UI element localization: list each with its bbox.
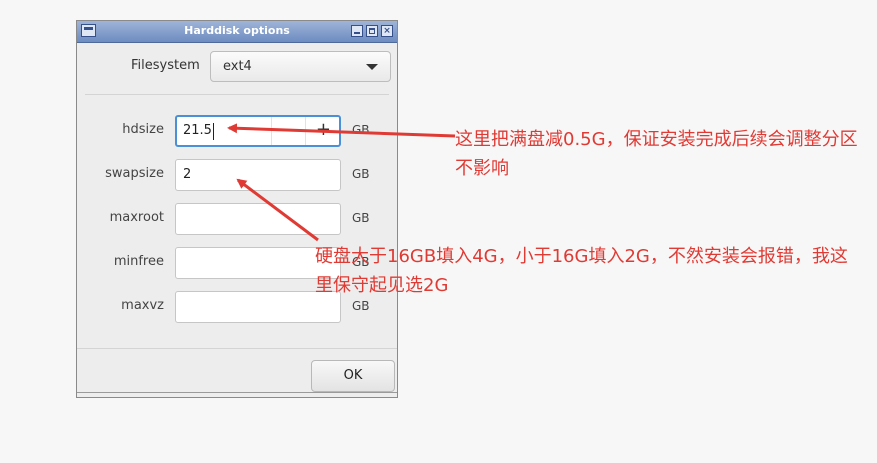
maxroot-input[interactable] <box>175 203 341 235</box>
maxvz-unit: GB <box>352 299 370 313</box>
swapsize-value: 2 <box>183 167 192 182</box>
separator <box>77 348 397 349</box>
filesystem-select[interactable]: ext4 <box>210 51 391 82</box>
dropdown-caret-icon <box>366 64 378 70</box>
hdsize-unit: GB <box>352 123 370 137</box>
spin-separator <box>271 117 272 145</box>
hdsize-label: hdsize <box>122 122 164 137</box>
text-cursor <box>213 123 214 140</box>
harddisk-options-dialog: Harddisk options × Filesystem ext4 hdsiz… <box>76 20 398 398</box>
spin-plus-icon[interactable]: + <box>316 119 331 140</box>
separator <box>85 94 389 95</box>
maxroot-unit: GB <box>352 211 370 225</box>
maximize-icon[interactable] <box>366 25 378 37</box>
minfree-label: minfree <box>113 254 164 269</box>
spin-separator <box>305 117 306 145</box>
filesystem-label: Filesystem <box>131 58 200 73</box>
swapsize-input[interactable]: 2 <box>175 159 341 191</box>
swapsize-label: swapsize <box>105 166 164 181</box>
ok-button[interactable]: OK <box>311 360 395 392</box>
hdsize-input[interactable]: 21.5 + <box>175 115 341 147</box>
dialog-title: Harddisk options <box>184 24 290 37</box>
close-icon[interactable]: × <box>381 25 393 37</box>
dialog-bottom-edge <box>77 392 397 397</box>
hdsize-value: 21.5 <box>183 123 212 138</box>
swapsize-unit: GB <box>352 167 370 181</box>
annotation-swapsize-note: 硬盘大于16GB填入4G，小于16G填入2G，不然安装会报错，我这里保守起见选2… <box>315 246 848 296</box>
minimize-icon[interactable] <box>351 25 363 37</box>
titlebar[interactable]: Harddisk options × <box>77 21 397 43</box>
maxroot-label: maxroot <box>109 210 164 225</box>
filesystem-value: ext4 <box>223 59 252 74</box>
annotation-hdsize-note: 这里把满盘减0.5G，保证安装完成后续会调整分区不影响 <box>455 129 858 179</box>
maxvz-label: maxvz <box>121 298 164 313</box>
